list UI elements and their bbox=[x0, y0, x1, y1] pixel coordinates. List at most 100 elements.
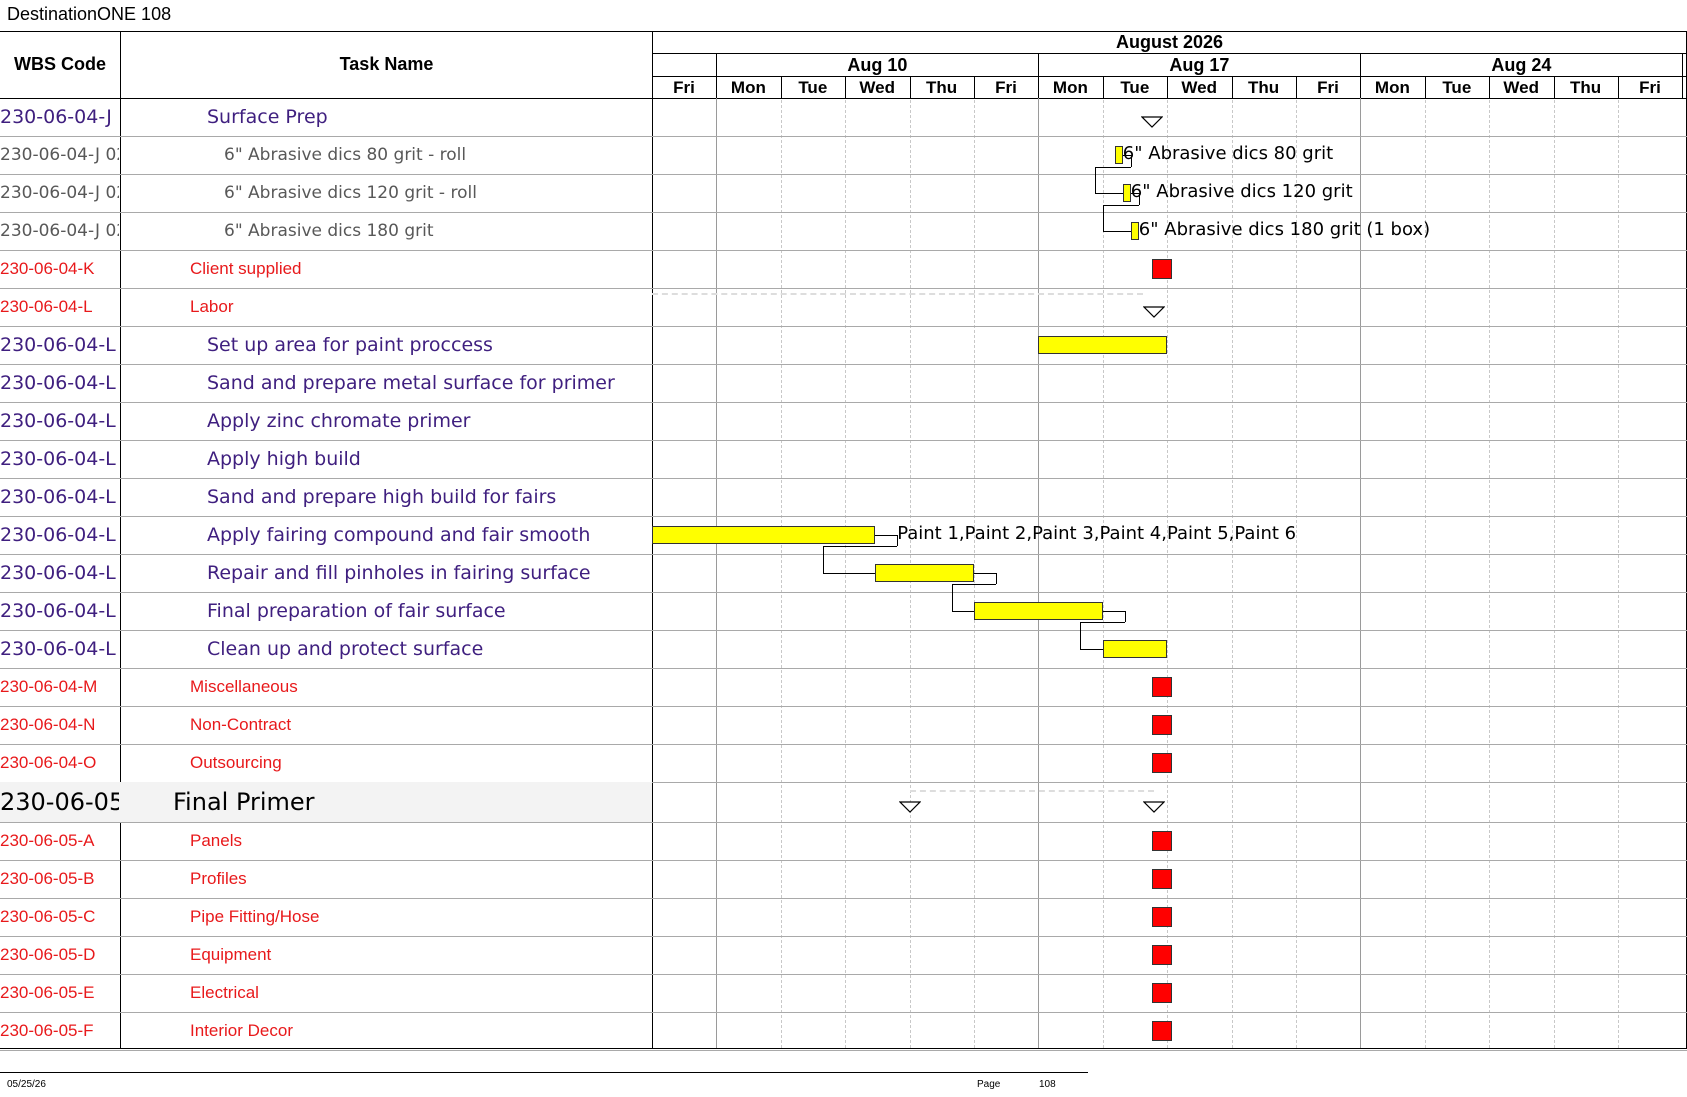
wbs-code-cell[interactable]: 230-06-04-L 0 bbox=[0, 326, 119, 364]
milestone-marker[interactable] bbox=[1151, 945, 1172, 965]
link-line bbox=[1080, 649, 1103, 650]
task-name-cell[interactable]: Profiles bbox=[121, 860, 720, 898]
task-name-cell[interactable]: Surface Prep bbox=[121, 98, 737, 136]
month-row-divider bbox=[652, 53, 1687, 54]
task-name-cell[interactable]: Panels bbox=[121, 822, 720, 860]
wbs-code-cell[interactable]: 230-06-05 bbox=[0, 782, 119, 822]
wbs-code-cell[interactable]: 230-06-04-N bbox=[0, 706, 119, 744]
task-name-cell[interactable]: Set up area for paint proccess bbox=[121, 326, 737, 364]
month-header: August 2026 bbox=[1115, 32, 1224, 52]
week-divider bbox=[1682, 54, 1684, 98]
milestone-marker[interactable] bbox=[1151, 869, 1172, 889]
day-header: Fri bbox=[1639, 78, 1661, 97]
task-name-cell[interactable]: Labor bbox=[121, 288, 720, 326]
wbs-code-cell[interactable]: 230-06-04-L 0 bbox=[0, 478, 119, 516]
wbs-code-cell[interactable]: 230-06-04-K bbox=[0, 250, 119, 288]
bar-label: 6" Abrasive dics 80 grit bbox=[1122, 143, 1334, 164]
wbs-code-cell[interactable]: 230-06-04-L 0 bbox=[0, 402, 119, 440]
grid-line bbox=[1296, 100, 1297, 1048]
milestone-marker[interactable] bbox=[1151, 677, 1172, 697]
milestone-marker[interactable] bbox=[1151, 983, 1172, 1003]
week-header: Aug 10 bbox=[847, 55, 908, 75]
milestone-marker[interactable] bbox=[1151, 1021, 1172, 1041]
day-header: Wed bbox=[1503, 78, 1539, 97]
task-name-cell[interactable]: Final Primer bbox=[121, 782, 703, 822]
wbs-code-cell[interactable]: 230-06-04-J 0 bbox=[0, 98, 119, 136]
task-name-cell[interactable]: Repair and fill pinholes in fairing surf… bbox=[121, 554, 737, 592]
task-name-cell[interactable]: Apply zinc chromate primer bbox=[121, 402, 737, 440]
task-name-cell[interactable]: Clean up and protect surface bbox=[121, 630, 737, 668]
wbs-code-cell[interactable]: 230-06-04-L 0 bbox=[0, 554, 119, 592]
day-divider bbox=[845, 77, 847, 98]
task-name-cell[interactable]: Apply high build bbox=[121, 440, 737, 478]
task-name-cell[interactable]: Non-Contract bbox=[121, 706, 720, 744]
day-header: Mon bbox=[1374, 78, 1410, 97]
day-divider bbox=[780, 77, 782, 98]
task-name-cell[interactable]: Equipment bbox=[121, 936, 720, 974]
task-name-cell[interactable]: 6" Abrasive dics 80 grit - roll bbox=[121, 136, 754, 174]
task-name-cell[interactable]: Electrical bbox=[121, 974, 720, 1012]
grid-line bbox=[974, 100, 975, 1048]
wbs-code-cell[interactable]: 230-06-04-L 0 bbox=[0, 364, 119, 402]
task-name-cell[interactable]: Apply fairing compound and fair smooth bbox=[121, 516, 737, 554]
wbs-code-cell[interactable]: 230-06-04-O bbox=[0, 744, 119, 782]
task-name-cell[interactable]: Interior Decor bbox=[121, 1012, 720, 1050]
wbs-code-cell[interactable]: 230-06-04-L bbox=[0, 288, 119, 326]
wbs-code-cell[interactable]: 230-06-05-B bbox=[0, 860, 119, 898]
link-line bbox=[1102, 205, 1104, 231]
task-name-cell[interactable]: 6" Abrasive dics 120 grit - roll bbox=[121, 174, 754, 212]
task-bar[interactable] bbox=[974, 602, 1103, 620]
task-name-cell[interactable]: Sand and prepare metal surface for prime… bbox=[121, 364, 737, 402]
link-line bbox=[1094, 193, 1123, 194]
material-bar[interactable] bbox=[1114, 146, 1123, 164]
task-name-cell[interactable]: Client supplied bbox=[121, 250, 720, 288]
wbs-code-cell[interactable]: 230-06-05-A bbox=[0, 822, 119, 860]
wbs-code-cell[interactable]: 230-06-04-L 0 bbox=[0, 440, 119, 478]
task-name-cell[interactable]: Pipe Fitting/Hose bbox=[121, 898, 720, 936]
task-bar[interactable] bbox=[875, 564, 974, 582]
grid-line bbox=[1424, 100, 1426, 1048]
wbs-code-cell[interactable]: 230-06-04-L 0 bbox=[0, 592, 119, 630]
summary-marker[interactable] bbox=[1142, 305, 1166, 318]
task-name-cell[interactable]: Outsourcing bbox=[121, 744, 720, 782]
wbs-code-cell[interactable]: 230-06-05-C bbox=[0, 898, 119, 936]
milestone-marker[interactable] bbox=[1151, 907, 1172, 927]
day-header: Tue bbox=[798, 78, 828, 97]
day-divider bbox=[716, 77, 718, 98]
task-bar[interactable] bbox=[1102, 640, 1168, 658]
task-name-cell[interactable]: 6" Abrasive dics 180 grit bbox=[121, 212, 754, 250]
day-header: Mon bbox=[1052, 78, 1088, 97]
milestone-marker[interactable] bbox=[1151, 753, 1172, 773]
wbs-code-cell[interactable]: 230-06-04-J 02 bbox=[0, 212, 119, 250]
wbs-code-cell[interactable]: 230-06-04-J 02 bbox=[0, 136, 119, 174]
summary-marker[interactable] bbox=[1140, 115, 1164, 128]
wbs-code-cell[interactable]: 230-06-05-E bbox=[0, 974, 119, 1012]
week-grid-line bbox=[1360, 98, 1362, 1048]
wbs-code-cell[interactable]: 230-06-05-D bbox=[0, 936, 119, 974]
grid-line bbox=[1553, 100, 1555, 1048]
milestone-marker[interactable] bbox=[1151, 831, 1172, 851]
material-bar[interactable] bbox=[1130, 222, 1139, 240]
day-header: Fri bbox=[673, 78, 695, 97]
task-bar[interactable] bbox=[1038, 336, 1168, 354]
material-bar[interactable] bbox=[1122, 184, 1131, 202]
wbs-code-cell[interactable]: 230-06-04-L 0 bbox=[0, 516, 119, 554]
link-line bbox=[1080, 622, 1082, 649]
task-name-cell[interactable]: Sand and prepare high build for fairs bbox=[121, 478, 737, 516]
grid-line bbox=[1231, 100, 1233, 1048]
task-bar[interactable] bbox=[652, 526, 876, 544]
milestone-marker[interactable] bbox=[1151, 715, 1172, 735]
wbs-code-cell[interactable]: 230-06-04-M bbox=[0, 668, 119, 706]
task-name-header[interactable]: Task Name bbox=[121, 54, 652, 75]
summary-marker[interactable] bbox=[898, 800, 922, 813]
wbs-code-cell[interactable]: 230-06-04-J 02 bbox=[0, 174, 119, 212]
footer-page-label: Page bbox=[977, 1079, 1001, 1090]
milestone-marker[interactable] bbox=[1151, 259, 1172, 279]
summary-marker[interactable] bbox=[1142, 800, 1166, 813]
task-name-cell[interactable]: Miscellaneous bbox=[121, 668, 720, 706]
wbs-code-header[interactable]: WBS Code bbox=[0, 54, 120, 75]
task-name-cell[interactable]: Final preparation of fair surface bbox=[121, 592, 737, 630]
day-header: Wed bbox=[1181, 78, 1217, 97]
wbs-code-cell[interactable]: 230-06-04-L 0 bbox=[0, 630, 119, 668]
wbs-code-cell[interactable]: 230-06-05-F bbox=[0, 1012, 119, 1050]
